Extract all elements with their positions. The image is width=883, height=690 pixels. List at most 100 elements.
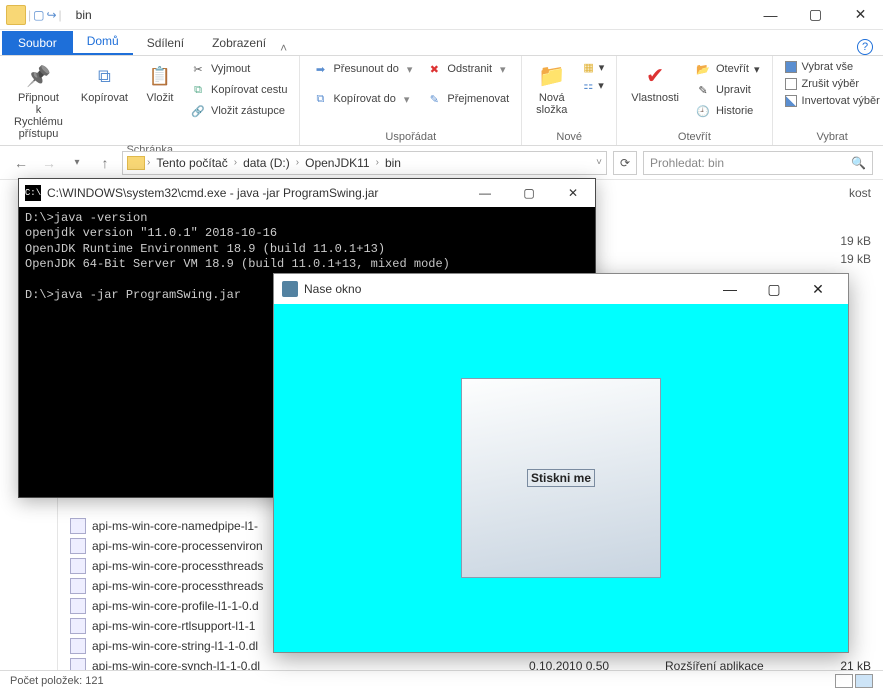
cut-button[interactable]: Vyjmout	[188, 60, 289, 78]
move-icon	[312, 61, 328, 77]
select-none-label: Zrušit výběr	[802, 78, 859, 90]
edit-button[interactable]: Upravit	[693, 81, 762, 99]
open-label: Otevřít	[716, 63, 749, 75]
address-row: ← → ▾ ↑ › Tento počítač › data (D:) › Op…	[0, 146, 883, 180]
properties-button[interactable]: Vlastnosti	[627, 60, 683, 106]
open-button[interactable]: Otevřít ▾	[693, 60, 762, 78]
breadcrumb-segment[interactable]: OpenJDK11	[301, 156, 373, 170]
chevron-down-icon[interactable]: ˅	[596, 157, 602, 168]
swing-button[interactable]: Stiskni me	[461, 378, 661, 578]
delete-icon	[426, 61, 442, 77]
tab-file[interactable]: Soubor	[2, 31, 73, 55]
separator: |	[28, 8, 31, 22]
cmd-minimize-button[interactable]: —	[463, 179, 507, 207]
chevron-down-icon: ▾	[754, 63, 760, 76]
ribbon-tabs: Soubor Domů Sdílení Zobrazení ˄ ?	[0, 30, 883, 56]
select-all-button[interactable]: Vybrat vše	[783, 60, 882, 74]
select-none-button[interactable]: Zrušit výběr	[783, 77, 882, 91]
tab-share[interactable]: Sdílení	[133, 31, 198, 55]
copy-path-icon	[190, 82, 206, 98]
chevron-down-icon: ▾	[407, 63, 413, 76]
chevron-right-icon: ›	[376, 157, 379, 168]
nav-back-button[interactable]: ←	[10, 152, 32, 174]
view-icons-button[interactable]	[855, 674, 873, 688]
nav-forward-button[interactable]: →	[38, 152, 60, 174]
cmd-title: C:\WINDOWS\system32\cmd.exe - java -jar …	[47, 186, 378, 200]
breadcrumb-segment[interactable]: bin	[381, 156, 405, 170]
cut-icon	[190, 61, 206, 77]
search-input[interactable]: Prohledat: bin 🔍	[643, 151, 873, 175]
ribbon-group-open: Vlastnosti Otevřít ▾ Upravit Historie Ote…	[617, 56, 772, 145]
close-button[interactable]: ✕	[838, 0, 883, 30]
group-label: Otevřít	[627, 129, 761, 143]
paste-button[interactable]: Vložit	[142, 60, 178, 106]
rename-button[interactable]: Přejmenovat	[424, 90, 511, 108]
nav-up-button[interactable]: ↑	[94, 152, 116, 174]
minimize-button[interactable]: —	[748, 0, 793, 30]
explorer-titlebar: | ▢ ↪ | bin — ▢ ✕	[0, 0, 883, 30]
swing-close-button[interactable]: ✕	[796, 275, 840, 303]
copy-path-button[interactable]: Kopírovat cestu	[188, 81, 289, 99]
cmd-maximize-button[interactable]: ▢	[507, 179, 551, 207]
redo-icon[interactable]: ↪	[46, 8, 56, 22]
refresh-button[interactable]: ⟳	[613, 151, 637, 175]
swing-maximize-button[interactable]: ▢	[752, 275, 796, 303]
history-button[interactable]: Historie	[693, 102, 762, 120]
copy-to-button[interactable]: Kopírovat do▾	[310, 90, 414, 108]
chevron-right-icon: ›	[234, 157, 237, 168]
new-folder-button[interactable]: Nová složka	[532, 60, 571, 118]
view-buttons	[835, 674, 873, 688]
paste-shortcut-label: Vložit zástupce	[211, 105, 285, 117]
file-icon	[70, 518, 86, 534]
cmd-close-button[interactable]: ✕	[551, 179, 595, 207]
cut-label: Vyjmout	[211, 63, 250, 75]
save-icon[interactable]: ▢	[33, 8, 44, 22]
history-label: Historie	[716, 105, 753, 117]
search-placeholder: Prohledat: bin	[650, 156, 724, 170]
link-icon	[190, 103, 206, 119]
tab-view[interactable]: Zobrazení	[198, 31, 280, 55]
file-icon	[70, 638, 86, 654]
breadcrumb-segment[interactable]: data (D:)	[239, 156, 294, 170]
pin-label: Připnout k Rychlému přístupu	[14, 92, 63, 140]
pin-button[interactable]: Připnout k Rychlému přístupu	[10, 60, 67, 142]
copy-button[interactable]: Kopírovat	[77, 60, 132, 106]
new-folder-icon	[538, 62, 566, 90]
ribbon-collapse-icon[interactable]: ˄	[280, 41, 287, 55]
edit-label: Upravit	[716, 84, 751, 96]
file-icon	[70, 658, 86, 670]
easy-access-button[interactable]: ⚏▾	[581, 78, 606, 93]
nav-recent-button[interactable]: ▾	[66, 152, 88, 174]
view-details-button[interactable]	[835, 674, 853, 688]
paste-label: Vložit	[147, 92, 174, 104]
properties-label: Vlastnosti	[631, 92, 679, 104]
delete-button[interactable]: Odstranit ▾	[424, 60, 511, 78]
cmd-titlebar[interactable]: C:\ C:\WINDOWS\system32\cmd.exe - java -…	[19, 179, 595, 207]
copy-to-label: Kopírovat do	[333, 93, 395, 105]
size-value: 19 kB	[840, 252, 871, 266]
invert-selection-button[interactable]: Invertovat výběr	[783, 94, 882, 108]
file-size: 21 kB	[801, 659, 871, 670]
ribbon-group-clipboard: Připnout k Rychlému přístupu Kopírovat V…	[0, 56, 300, 145]
move-to-button[interactable]: Přesunout do▾	[310, 60, 414, 78]
chevron-down-icon: ▾	[500, 63, 506, 76]
select-all-label: Vybrat vše	[802, 61, 854, 73]
tab-home[interactable]: Domů	[73, 29, 133, 55]
delete-label: Odstranit	[447, 63, 492, 75]
new-item-button[interactable]: ▦▾	[581, 60, 606, 75]
breadcrumb-segment[interactable]: Tento počítač	[152, 156, 231, 170]
address-bar[interactable]: › Tento počítač › data (D:) › OpenJDK11 …	[122, 151, 607, 175]
swing-titlebar[interactable]: Nase okno — ▢ ✕	[274, 274, 848, 304]
properties-icon	[641, 62, 669, 90]
file-type: Rozšíření aplikace	[665, 659, 795, 670]
maximize-button[interactable]: ▢	[793, 0, 838, 30]
quick-access-toolbar: | ▢ ↪ |	[0, 5, 68, 25]
edit-icon	[695, 82, 711, 98]
swing-minimize-button[interactable]: —	[708, 275, 752, 303]
paste-shortcut-button[interactable]: Vložit zástupce	[188, 102, 289, 120]
help-icon[interactable]: ?	[857, 39, 873, 55]
file-row[interactable]: api-ms-win-core-synch-l1-1-0.dl0.10.2010…	[70, 656, 871, 670]
file-icon	[70, 558, 86, 574]
open-icon	[695, 61, 711, 77]
swing-window-controls: — ▢ ✕	[708, 275, 840, 303]
